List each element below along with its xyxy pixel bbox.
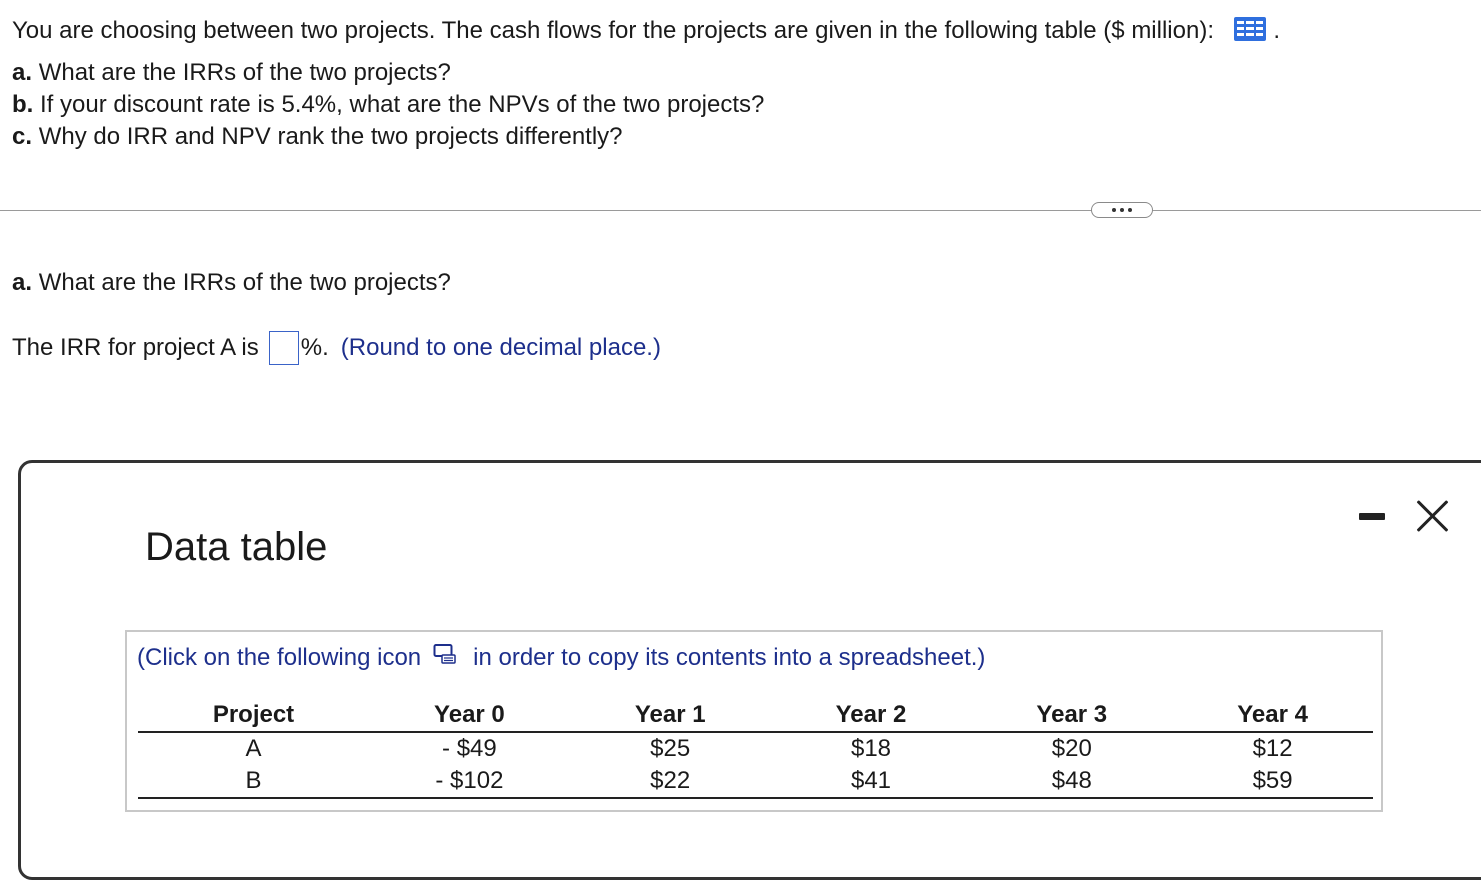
table-cell: $41: [770, 765, 972, 799]
close-icon[interactable]: [1415, 499, 1449, 533]
column-header: Project: [138, 699, 369, 733]
rounding-hint: (Round to one decimal place.): [340, 334, 661, 361]
part-text: What are the IRRs of the two projects?: [38, 269, 451, 296]
table-cell: $59: [1172, 765, 1373, 799]
part-text: If your discount rate is 5.4%, what are …: [40, 91, 765, 118]
question-intro-text: You are choosing between two projects. T…: [12, 17, 1214, 44]
table-grid-icon[interactable]: [1233, 16, 1267, 51]
table-cell: $18: [850, 735, 892, 762]
irr-prefix: The IRR for project A is: [12, 334, 259, 361]
copy-hint-before: (Click on the following icon: [137, 644, 422, 671]
column-header: Year 0: [369, 699, 570, 733]
table-cell: $20: [1051, 735, 1092, 762]
data-table-dialog: Data table (Click on the following icon …: [18, 460, 1481, 880]
part-label: b.: [12, 91, 34, 118]
copy-hint-after: in order to copy its contents into a spr…: [473, 644, 986, 671]
table-cell: $12: [1252, 735, 1293, 762]
part-text: Why do IRR and NPV rank the two projects…: [38, 123, 623, 150]
column-header: Year 4: [1172, 699, 1373, 733]
table-cell: $22: [569, 765, 771, 799]
table-cell: A: [245, 735, 262, 762]
copy-hint: (Click on the following icon in order to…: [137, 643, 985, 673]
part-label: a.: [12, 59, 33, 86]
irr-suffix: %.: [300, 334, 329, 361]
table-cell: B: [138, 765, 369, 799]
cash-flow-table: Project Year 0 Year 1 Year 2 Year 3 Year…: [138, 699, 1373, 799]
irr-answer-row: The IRR for project A is %. (Round to on…: [12, 331, 661, 365]
table-cell: - $102: [369, 765, 570, 799]
table-cell: - $49: [442, 735, 497, 762]
table-cell: $48: [971, 765, 1173, 799]
question-intro-end: .: [1273, 17, 1281, 44]
dialog-title: Data table: [145, 525, 328, 569]
table-row: A - $49 $25 $18 $20 $12: [138, 732, 1373, 765]
question-intro: You are choosing between two projects. T…: [12, 15, 1280, 51]
question-part-c: c. Why do IRR and NPV rank the two proje…: [12, 121, 623, 153]
table-row: B - $102 $22 $41 $48 $59: [138, 765, 1373, 799]
column-header: Year 3: [971, 699, 1173, 733]
part-label: a.: [12, 269, 33, 296]
section-divider: [0, 210, 1481, 211]
irr-answer-input[interactable]: [268, 331, 299, 365]
more-dots-icon[interactable]: [1091, 202, 1153, 218]
cash-flow-table-panel: (Click on the following icon in order to…: [125, 630, 1383, 812]
part-text: What are the IRRs of the two projects?: [38, 59, 451, 86]
column-header: Year 2: [770, 699, 972, 733]
question-part-b: b. If your discount rate is 5.4%, what a…: [12, 89, 764, 121]
answer-part-heading: a. What are the IRRs of the two projects…: [12, 267, 451, 299]
table-header-row: Project Year 0 Year 1 Year 2 Year 3 Year…: [138, 699, 1373, 733]
copy-spreadsheet-icon[interactable]: [433, 643, 457, 673]
table-cell: $25: [650, 735, 691, 762]
column-header: Year 1: [569, 699, 771, 733]
part-label: c.: [12, 123, 33, 150]
minimize-icon[interactable]: [1359, 513, 1385, 520]
question-part-a: a. What are the IRRs of the two projects…: [12, 57, 451, 89]
